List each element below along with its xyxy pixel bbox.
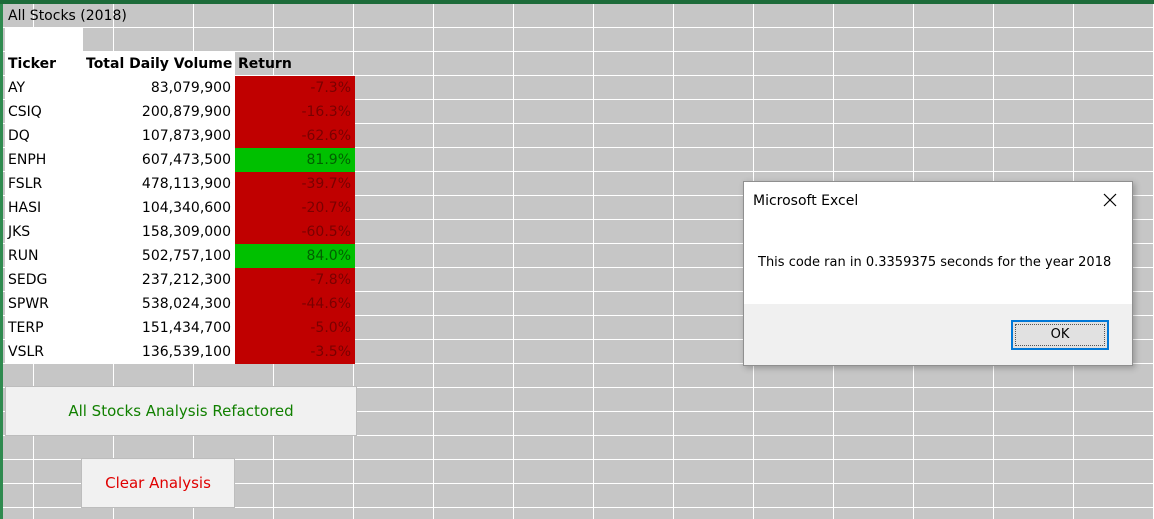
return-cell[interactable]: -3.5% xyxy=(235,340,355,364)
volume-cell[interactable]: 151,434,700 xyxy=(83,316,235,340)
ticker-cell[interactable]: HASI xyxy=(5,196,83,220)
volume-cell[interactable]: 502,757,100 xyxy=(83,244,235,268)
return-cell[interactable]: -44.6% xyxy=(235,292,355,316)
return-cell[interactable]: -7.3% xyxy=(235,76,355,100)
ticker-cell[interactable]: FSLR xyxy=(5,172,83,196)
volume-cell[interactable]: 237,212,300 xyxy=(83,268,235,292)
return-cell[interactable]: -16.3% xyxy=(235,100,355,124)
ticker-cell[interactable]: AY xyxy=(5,76,83,100)
dialog-title: Microsoft Excel xyxy=(753,193,859,209)
ticker-cell[interactable]: TERP xyxy=(5,316,83,340)
ticker-cell[interactable]: JKS xyxy=(5,220,83,244)
ticker-cell[interactable]: SPWR xyxy=(5,292,83,316)
return-cell[interactable]: -62.6% xyxy=(235,124,355,148)
return-cell[interactable]: -20.7% xyxy=(235,196,355,220)
return-cell[interactable]: -39.7% xyxy=(235,172,355,196)
sheet-title[interactable]: All Stocks (2018) xyxy=(5,4,235,28)
return-cell[interactable]: 84.0% xyxy=(235,244,355,268)
ticker-cell[interactable]: SEDG xyxy=(5,268,83,292)
ticker-cell[interactable]: DQ xyxy=(5,124,83,148)
volume-cell[interactable]: 478,113,900 xyxy=(83,172,235,196)
ticker-cell[interactable]: ENPH xyxy=(5,148,83,172)
volume-cell[interactable]: 107,873,900 xyxy=(83,124,235,148)
empty-cell[interactable] xyxy=(5,28,83,52)
return-cell[interactable]: -7.8% xyxy=(235,268,355,292)
volume-cell[interactable]: 200,879,900 xyxy=(83,100,235,124)
volume-cell[interactable]: 607,473,500 xyxy=(83,148,235,172)
return-cell[interactable]: 81.9% xyxy=(235,148,355,172)
header-return[interactable]: Return xyxy=(235,52,355,76)
header-ticker[interactable]: Ticker xyxy=(5,52,83,76)
ticker-cell[interactable]: CSIQ xyxy=(5,100,83,124)
ok-button[interactable]: OK xyxy=(1011,320,1109,350)
volume-cell[interactable]: 104,340,600 xyxy=(83,196,235,220)
return-cell[interactable]: -5.0% xyxy=(235,316,355,340)
ticker-cell[interactable]: VSLR xyxy=(5,340,83,364)
clear-analysis-button[interactable]: Clear Analysis xyxy=(81,458,235,508)
close-icon[interactable] xyxy=(1098,188,1122,212)
close-icon-glyph xyxy=(1103,193,1117,207)
volume-cell[interactable]: 158,309,000 xyxy=(83,220,235,244)
sheet-edge xyxy=(0,4,3,519)
volume-cell[interactable]: 538,024,300 xyxy=(83,292,235,316)
message-box-dialog: Microsoft Excel This code ran in 0.33593… xyxy=(743,181,1133,366)
all-stocks-analysis-refactored-button[interactable]: All Stocks Analysis Refactored xyxy=(5,386,357,436)
return-cell[interactable]: -60.5% xyxy=(235,220,355,244)
ticker-cell[interactable]: RUN xyxy=(5,244,83,268)
header-total-daily-volume[interactable]: Total Daily Volume xyxy=(83,52,235,76)
dialog-message: This code ran in 0.3359375 seconds for t… xyxy=(758,255,1112,270)
dialog-footer: OK xyxy=(744,304,1132,365)
volume-cell[interactable]: 83,079,900 xyxy=(83,76,235,100)
volume-cell[interactable]: 136,539,100 xyxy=(83,340,235,364)
